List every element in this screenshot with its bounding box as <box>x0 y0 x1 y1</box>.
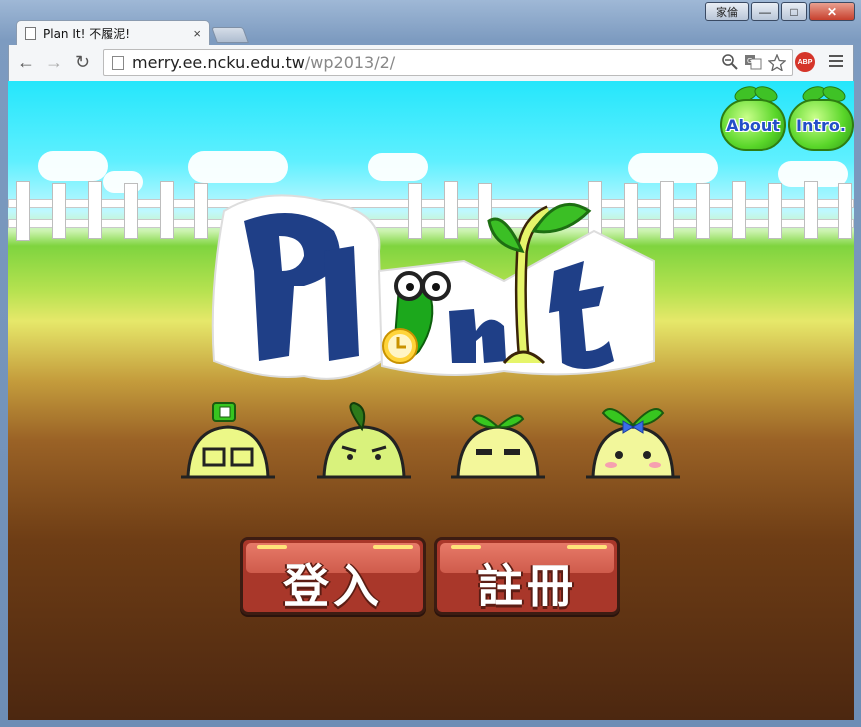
close-window-button[interactable]: ✕ <box>809 2 855 21</box>
translate-icon[interactable]: G <box>744 54 762 70</box>
register-label: 註冊 <box>477 559 577 613</box>
omnibox-icons: G <box>722 54 786 71</box>
intro-label: Intro. <box>788 99 854 151</box>
cloud <box>628 153 718 183</box>
new-tab-button[interactable] <box>211 27 249 43</box>
url-text: merry.ee.ncku.edu.tw/wp2013/2/ <box>132 53 395 72</box>
browser-window: 家倫 — □ ✕ Plan It! 不履泥! × ← → ↻ merry.ee.… <box>0 0 861 727</box>
maximize-button[interactable]: □ <box>781 2 807 21</box>
user-profile-button[interactable]: 家倫 <box>705 2 749 21</box>
minimize-button[interactable]: — <box>751 2 779 21</box>
page-icon <box>25 27 36 40</box>
page-viewport: About Intro. 登入 註冊 <box>8 81 854 720</box>
zoom-icon[interactable] <box>722 54 738 70</box>
about-label: About <box>720 99 786 151</box>
reload-icon[interactable]: ↻ <box>75 53 90 71</box>
intro-button[interactable]: Intro. <box>788 83 854 153</box>
sprout-character-glasses <box>181 402 275 479</box>
back-icon[interactable]: ← <box>17 53 35 71</box>
plan-it-logo <box>211 194 655 380</box>
address-bar[interactable]: merry.ee.ncku.edu.tw/wp2013/2/ G <box>103 49 793 76</box>
cloud <box>38 151 108 181</box>
adblock-icon[interactable]: ABP <box>795 52 815 72</box>
about-button[interactable]: About <box>720 83 786 153</box>
url-host: merry.ee.ncku.edu.tw <box>132 53 305 72</box>
login-button[interactable]: 登入 <box>240 537 426 615</box>
tab-title: Plan It! 不履泥! <box>43 27 131 41</box>
cloud <box>188 151 288 183</box>
register-button[interactable]: 註冊 <box>434 537 620 615</box>
login-label: 登入 <box>283 559 383 613</box>
bookmark-star-icon[interactable] <box>768 54 786 71</box>
close-tab-icon[interactable]: × <box>193 26 201 41</box>
svg-text:G: G <box>747 57 752 65</box>
browser-toolbar: ← → ↻ merry.ee.ncku.edu.tw/wp2013/2/ G A… <box>8 45 854 81</box>
forward-icon[interactable]: → <box>45 53 63 71</box>
sprout-character-stern <box>451 414 545 479</box>
url-path: /wp2013/2/ <box>304 53 396 72</box>
browser-tab[interactable]: Plan It! 不履泥! × <box>16 20 210 46</box>
sprout-character-serious <box>317 401 411 479</box>
window-controls: 家倫 — □ ✕ <box>705 2 855 21</box>
page-info-icon[interactable] <box>112 55 124 70</box>
menu-icon[interactable] <box>829 55 843 70</box>
cloud <box>368 153 428 181</box>
sprout-character-girl <box>586 408 680 479</box>
